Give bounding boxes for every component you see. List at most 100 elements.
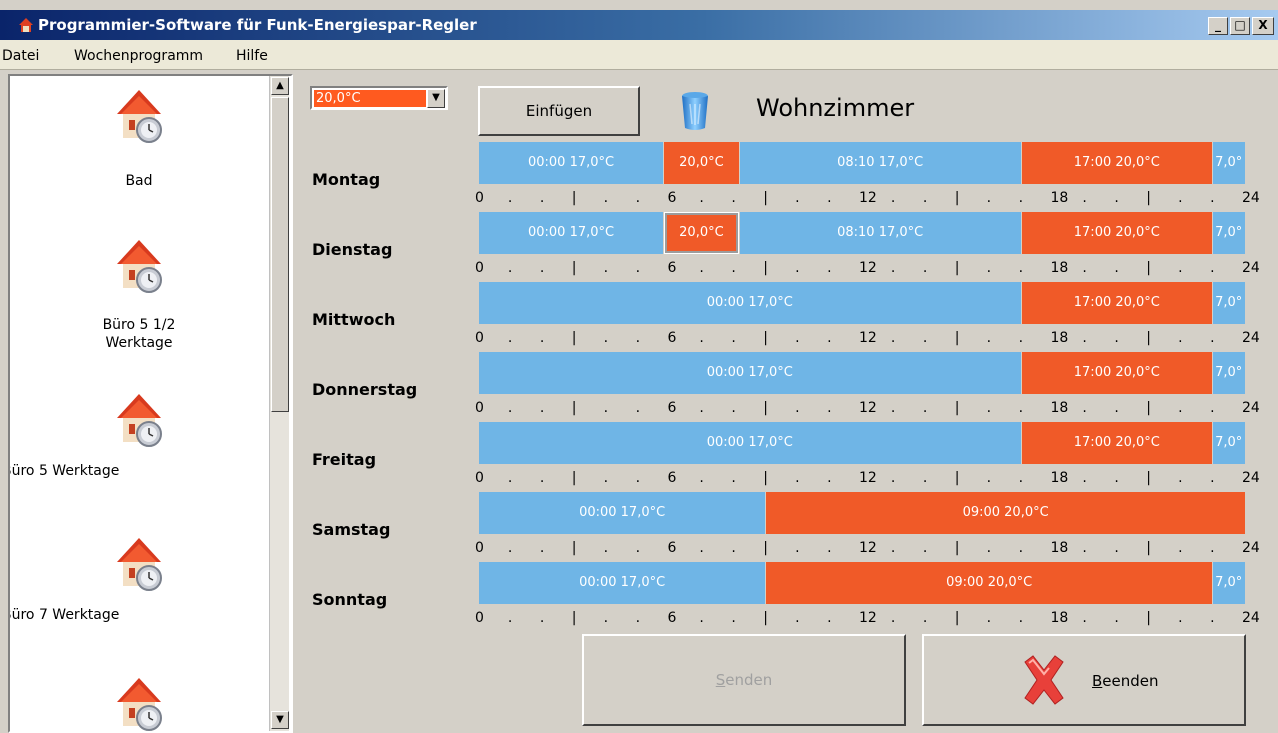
- list-item-bad[interactable]: Bad: [10, 84, 268, 224]
- time-segment[interactable]: 00:00 17,0°C: [479, 352, 1021, 394]
- time-segment[interactable]: 00:00 17,0°C: [479, 212, 664, 254]
- axis-tick: .: [507, 400, 513, 416]
- time-segment[interactable]: 20,0°C: [664, 212, 739, 254]
- axis-tick: .: [1082, 540, 1087, 556]
- time-segment[interactable]: 17:00 20,0°C: [1021, 212, 1213, 254]
- axis-tick: |: [954, 540, 960, 556]
- axis-tick: .: [890, 330, 896, 346]
- scroll-up-button[interactable]: ▲: [271, 77, 289, 95]
- time-segment[interactable]: 00:00 17,0°C: [479, 492, 766, 534]
- axis-tick: |: [1146, 190, 1151, 206]
- day-timeline-donnerstag[interactable]: 00:00 17,0°C 17:00 20,0°C 7,0°: [479, 352, 1245, 394]
- send-button[interactable]: Senden: [582, 634, 906, 726]
- axis-tick: .: [1018, 330, 1024, 346]
- axis-tick: .: [1210, 400, 1215, 416]
- day-label-mittwoch: Mittwoch: [312, 310, 396, 329]
- time-segment[interactable]: 00:00 17,0°C: [479, 422, 1021, 464]
- axis-tick: .: [699, 330, 704, 346]
- time-segment[interactable]: 17:00 20,0°C: [1021, 352, 1213, 394]
- axis-tick: 12: [859, 400, 877, 416]
- list-item-buero-5[interactable]: Büro 5 Werktage: [10, 388, 268, 528]
- list-item-buero-5-5[interactable]: Büro 5 1/2 Werktage: [10, 234, 268, 374]
- axis-tick: 0: [475, 260, 484, 276]
- app-icon: [19, 18, 33, 32]
- axis-tick: 6: [667, 330, 677, 346]
- scroll-thumb[interactable]: [271, 97, 289, 412]
- list-item-buero-7[interactable]: Büro 7 Werktage: [10, 532, 268, 672]
- axis-tick: .: [1210, 190, 1215, 206]
- close-button[interactable]: X: [1252, 17, 1274, 35]
- axis-tick: .: [731, 610, 736, 626]
- day-timeline-mittwoch[interactable]: 00:00 17,0°C 17:00 20,0°C 7,0°: [479, 282, 1245, 324]
- time-segment[interactable]: 7,0°: [1213, 352, 1245, 394]
- axis-tick: .: [1210, 260, 1215, 276]
- day-timeline-sonntag[interactable]: 00:00 17,0°C 09:00 20,0°C 7,0°: [479, 562, 1245, 604]
- time-segment[interactable]: 00:00 17,0°C: [479, 142, 664, 184]
- axis-tick: .: [986, 190, 992, 206]
- day-timeline-montag[interactable]: 00:00 17,0°C 20,0°C 08:10 17,0°C 17:00 20,0…: [479, 142, 1245, 184]
- program-list[interactable]: Bad Büro 5 1/2 Werktage Büro 5 Werktage …: [8, 74, 293, 733]
- axis-tick: .: [1082, 190, 1087, 206]
- axis-tick: .: [1114, 610, 1119, 626]
- axis-tick: .: [795, 610, 800, 626]
- day-timeline-freitag[interactable]: 00:00 17,0°C 17:00 20,0°C 7,0°: [479, 422, 1245, 464]
- axis-tick: .: [922, 190, 928, 206]
- time-segment[interactable]: 20,0°C: [664, 142, 739, 184]
- time-segment[interactable]: 7,0°: [1213, 282, 1245, 324]
- axis-tick: |: [1146, 260, 1151, 276]
- list-item-label: Bad: [125, 173, 153, 189]
- axis-tick: .: [890, 190, 896, 206]
- trash-bin-icon[interactable]: [680, 90, 710, 132]
- list-scrollbar[interactable]: ▲ ▼: [269, 76, 289, 731]
- axis-tick: .: [827, 610, 832, 626]
- time-segment[interactable]: 7,0°: [1213, 142, 1245, 184]
- time-segment[interactable]: 7,0°: [1213, 562, 1245, 604]
- axis-tick: .: [1178, 260, 1183, 276]
- menu-hilfe[interactable]: Hilfe: [236, 48, 268, 64]
- axis-tick: .: [1018, 610, 1024, 626]
- axis-tick: |: [1146, 540, 1151, 556]
- axis-tick: |: [954, 330, 960, 346]
- temperature-select[interactable]: 20,0°C ▼: [310, 86, 448, 110]
- day-timeline-samstag[interactable]: 00:00 17,0°C 09:00 20,0°C: [479, 492, 1245, 534]
- menu-wochenprogramm[interactable]: Wochenprogramm: [74, 48, 203, 64]
- time-segment[interactable]: 17:00 20,0°C: [1021, 282, 1213, 324]
- menu-datei[interactable]: Datei: [2, 48, 39, 64]
- list-item-partial[interactable]: [10, 672, 268, 731]
- axis-tick: .: [795, 330, 800, 346]
- time-segment[interactable]: 09:00 20,0°C: [766, 562, 1213, 604]
- maximize-button[interactable]: □: [1230, 17, 1250, 35]
- axis-tick: .: [635, 470, 641, 486]
- axis-tick: .: [827, 400, 832, 416]
- axis-tick: .: [1082, 330, 1087, 346]
- day-timeline-dienstag[interactable]: 00:00 17,0°C 20,0°C 08:10 17,0°C 17:00 20,0…: [479, 212, 1245, 254]
- chevron-down-icon[interactable]: ▼: [427, 89, 445, 108]
- axis-tick: .: [986, 330, 992, 346]
- time-segment[interactable]: 09:00 20,0°C: [766, 492, 1245, 534]
- axis-tick: .: [635, 260, 641, 276]
- axis-tick: .: [827, 470, 832, 486]
- time-segment[interactable]: 17:00 20,0°C: [1021, 422, 1213, 464]
- exit-button[interactable]: Beenden: [922, 634, 1246, 726]
- minimize-button[interactable]: _: [1208, 17, 1228, 35]
- time-segment[interactable]: 00:00 17,0°C: [479, 282, 1021, 324]
- time-segment[interactable]: 08:10 17,0°C: [739, 212, 1021, 254]
- time-segment[interactable]: 00:00 17,0°C: [479, 562, 766, 604]
- axis-tick: |: [763, 610, 768, 626]
- time-segment[interactable]: 7,0°: [1213, 422, 1245, 464]
- time-segment[interactable]: 08:10 17,0°C: [739, 142, 1021, 184]
- axis-tick: .: [1114, 330, 1119, 346]
- hour-axis: 0.. |.. 6.. |.. 12.. |.. 18.. |.. 24: [475, 470, 1269, 488]
- hour-axis: 0.. |.. 6.. |.. 12.. |.. 18.. |.. 24: [475, 610, 1269, 628]
- axis-tick: .: [731, 540, 736, 556]
- insert-button[interactable]: Einfügen: [478, 86, 640, 136]
- house-clock-icon: [117, 538, 162, 591]
- axis-tick: .: [539, 610, 545, 626]
- title-bar[interactable]: Programmier-Software für Funk-Energiespa…: [0, 10, 1278, 40]
- axis-tick: 18: [1050, 400, 1069, 416]
- time-segment[interactable]: 17:00 20,0°C: [1021, 142, 1213, 184]
- time-segment[interactable]: 7,0°: [1213, 212, 1245, 254]
- scroll-down-button[interactable]: ▼: [271, 711, 289, 729]
- axis-tick: 24: [1242, 260, 1260, 276]
- axis-tick: .: [635, 610, 641, 626]
